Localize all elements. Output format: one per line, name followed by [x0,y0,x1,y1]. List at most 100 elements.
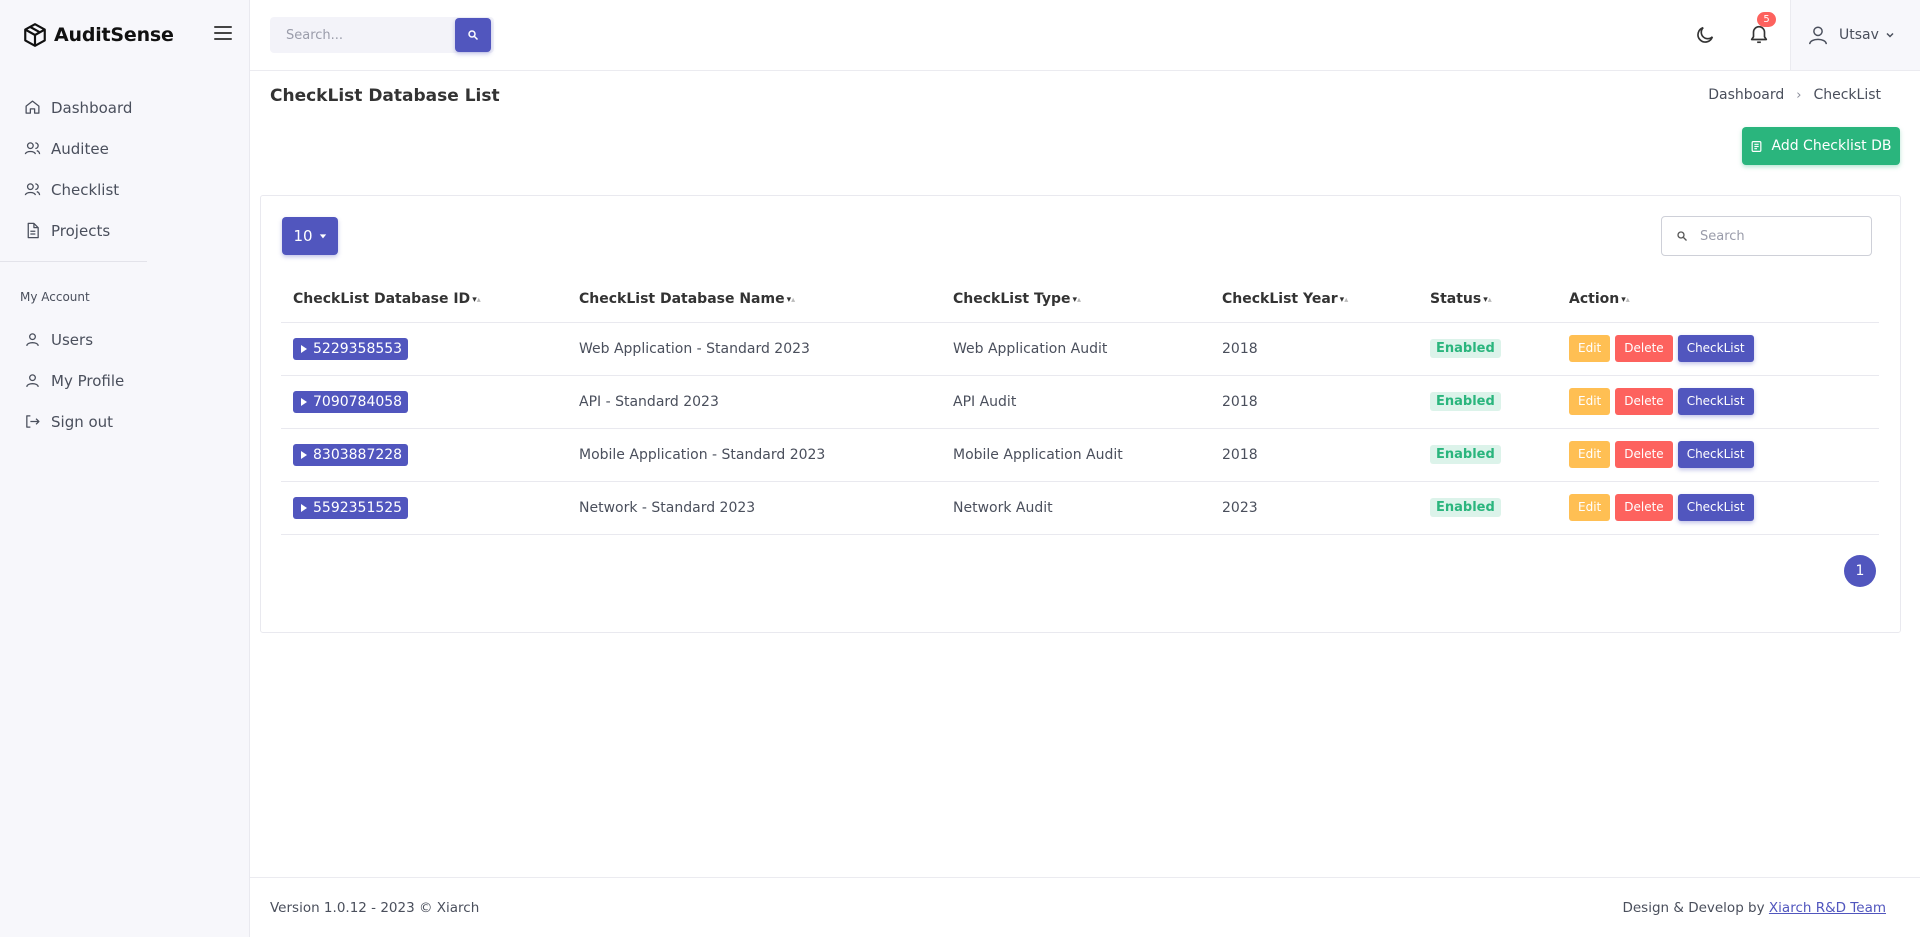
sort-icon: ▾▴ [1483,294,1492,305]
checklist-button[interactable]: CheckList [1677,388,1754,415]
chevron-down-icon [1886,32,1894,38]
status-cell: Enabled [1418,375,1557,429]
page-length-select[interactable]: 10 [282,217,338,255]
edit-button[interactable]: Edit [1569,494,1611,521]
sidebar-item-label: Users [51,330,94,349]
id-cell: 5229358553 [281,322,567,376]
column-header-label: Action [1569,290,1620,307]
type-cell: Mobile Application Audit [941,428,1210,482]
user-avatar-icon [1809,26,1827,45]
column-header-year[interactable]: CheckList Year ▾▴ [1210,276,1418,323]
status-badge: Enabled [1430,445,1501,464]
checklist-button[interactable]: CheckList [1677,335,1754,362]
caret-right-icon [301,450,307,459]
sidebar-item-dashboard[interactable]: Dashboard [0,87,250,128]
sidebar: AuditSense Dashboard Auditee Checklist P… [0,0,250,937]
brand-name: AuditSense [54,24,174,46]
column-header-status[interactable]: Status ▾▴ [1418,276,1557,323]
sidebar-item-auditee[interactable]: Auditee [0,128,250,169]
action-cell: Edit Delete CheckList [1557,322,1879,376]
breadcrumb-separator-icon: › [1796,87,1802,103]
footer-credit-prefix: Design & Develop by [1622,900,1765,916]
breadcrumb: Dashboard › CheckList [1708,87,1881,103]
expand-row-button[interactable]: 7090784058 [293,390,409,413]
footer-credit-link[interactable]: Xiarch R&D Team [1769,900,1886,916]
column-header-label: CheckList Year [1222,290,1338,307]
column-header-name[interactable]: CheckList Database Name ▾▴ [567,276,941,323]
edit-button[interactable]: Edit [1569,335,1611,362]
file-icon [27,222,39,239]
delete-button[interactable]: Delete [1615,335,1673,362]
global-search-button[interactable] [455,18,491,52]
table-header-row: CheckList Database ID ▾▴ CheckList Databa… [281,276,1879,323]
user-icon [26,374,39,388]
global-search-input[interactable] [270,17,440,53]
status-cell: Enabled [1418,481,1557,535]
table-row: 8303887228 Mobile Application - Standard… [281,428,1879,482]
checklist-button[interactable]: CheckList [1677,494,1754,521]
sidebar-item-projects[interactable]: Projects [0,210,250,251]
sidebar-item-label: Auditee [51,139,109,158]
sort-icon: ▾▴ [472,294,481,305]
caret-down-icon [319,234,326,239]
footer: Version 1.0.12 - 2023 © Xiarch Design & … [250,877,1920,937]
sidebar-item-my-profile[interactable]: My Profile [0,360,250,401]
checklist-button[interactable]: CheckList [1677,441,1754,468]
menu-toggle-icon[interactable] [214,26,232,42]
sidebar-item-users[interactable]: Users [0,319,250,360]
edit-button[interactable]: Edit [1569,388,1611,415]
column-header-action[interactable]: Action ▾▴ [1557,276,1879,323]
column-header-label: Status [1430,290,1482,307]
checklist-db-id: 8303887228 [313,446,403,463]
sidebar-item-checklist[interactable]: Checklist [0,169,250,210]
users-icon [24,142,41,155]
name-cell: Network - Standard 2023 [567,481,941,535]
delete-button[interactable]: Delete [1615,441,1673,468]
table-row: 5592351525 Network - Standard 2023 Netwo… [281,481,1879,535]
table-search-input[interactable] [1700,228,1860,244]
pagination-page-1[interactable]: 1 [1844,555,1876,587]
status-cell: Enabled [1418,428,1557,482]
status-badge: Enabled [1430,392,1501,411]
column-header-label: CheckList Database Name [579,290,785,307]
expand-row-button[interactable]: 5229358553 [293,337,409,360]
type-cell: Network Audit [941,481,1210,535]
column-header-id[interactable]: CheckList Database ID ▾▴ [281,276,567,323]
users-icon [24,183,41,196]
action-cell: Edit Delete CheckList [1557,375,1879,429]
caret-right-icon [301,503,307,512]
brand[interactable]: AuditSense [22,22,174,48]
checklist-db-id: 7090784058 [313,393,403,410]
account-nav: Users My Profile Sign out [0,319,250,442]
breadcrumb-dashboard[interactable]: Dashboard [1708,87,1784,103]
sidebar-item-label: My Profile [51,371,125,390]
add-checklist-db-button[interactable]: Add Checklist DB [1742,127,1900,165]
nav-section-title: My Account [20,290,90,304]
column-header-label: CheckList Database ID [293,290,471,307]
expand-row-button[interactable]: 8303887228 [293,443,409,466]
delete-button[interactable]: Delete [1615,494,1673,521]
user-name: Utsav [1839,27,1879,43]
sidebar-item-label: Projects [51,221,111,240]
user-menu[interactable]: Utsav [1790,0,1920,70]
status-badge: Enabled [1430,498,1501,517]
sidebar-item-label: Sign out [51,412,114,431]
status-badge: Enabled [1430,339,1501,358]
add-checklist-db-label: Add Checklist DB [1771,138,1892,154]
top-header: 5 Utsav [250,0,1920,71]
year-cell: 2018 [1210,322,1418,376]
edit-button[interactable]: Edit [1569,441,1611,468]
checklist-table: CheckList Database ID ▾▴ CheckList Databa… [281,276,1879,535]
expand-row-button[interactable]: 5592351525 [293,496,409,519]
name-cell: API - Standard 2023 [567,375,941,429]
moon-icon[interactable] [1694,24,1716,46]
year-cell: 2023 [1210,481,1418,535]
delete-button[interactable]: Delete [1615,388,1673,415]
column-header-type[interactable]: CheckList Type ▾▴ [941,276,1210,323]
sidebar-item-sign-out[interactable]: Sign out [0,401,250,442]
action-cell: Edit Delete CheckList [1557,481,1879,535]
checklist-table-card: 10 CheckList Database ID▾▴ CheckList Dat… [260,195,1901,633]
sign-out-icon [26,415,40,428]
checklist-db-id: 5592351525 [313,499,403,516]
footer-credit: Design & Develop by Xiarch R&D Team [1622,900,1886,916]
